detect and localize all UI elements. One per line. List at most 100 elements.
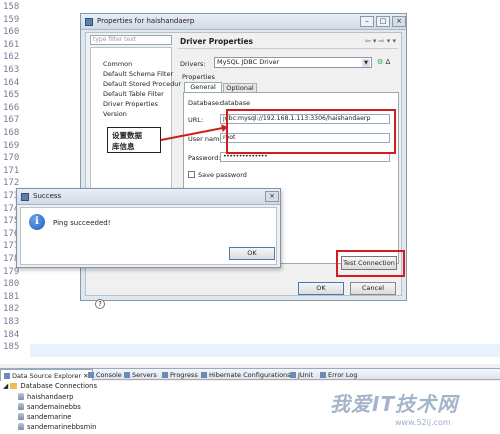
hibernate-icon: [201, 372, 207, 378]
line-number: 183: [3, 317, 20, 327]
success-titlebar[interactable]: Success ×: [17, 189, 280, 205]
tab-data-source-explorer[interactable]: Data Source Explorer ✕: [0, 369, 93, 381]
tab-junit[interactable]: JUnit: [290, 371, 313, 379]
tab-servers[interactable]: Servers: [124, 371, 157, 379]
maximize-icon[interactable]: □: [376, 16, 390, 27]
save-password-checkbox[interactable]: [188, 171, 195, 178]
drivers-select-value: MySQL JDBC Driver: [217, 58, 280, 66]
servers-icon: [124, 372, 130, 378]
line-number-gutter: 158 159 160 161 162 163 164 165 166 167 168 169 170 1…: [0, 0, 30, 364]
navigation-arrows[interactable]: ⇦ ▾ ⇨ ▾ ▾: [365, 37, 396, 45]
line-number: 180: [3, 279, 20, 290]
close-icon[interactable]: ×: [392, 16, 406, 27]
tree-item-default-stored-procedure[interactable]: Default Stored Procedur: [103, 80, 181, 88]
line-number: 172: [3, 178, 20, 189]
database-icon: [18, 413, 24, 420]
database-label: Database:: [188, 99, 222, 107]
database-icon: [18, 403, 24, 410]
filter-input[interactable]: type filter text: [90, 35, 172, 45]
ok-button[interactable]: OK: [298, 282, 344, 295]
tree-item-version[interactable]: Version: [103, 110, 127, 118]
database-icon: [18, 423, 24, 430]
test-connection-highlight: [336, 250, 405, 277]
line-number: 165: [3, 90, 20, 101]
list-item[interactable]: sandemainebbs: [18, 403, 81, 411]
save-password-label: Save password: [198, 171, 247, 179]
chevron-down-icon[interactable]: ▼: [362, 59, 370, 67]
tree-item-default-table-filter[interactable]: Default Table Filter: [103, 90, 164, 98]
properties-titlebar[interactable]: Properties for haishandaerp – □ ×: [81, 14, 406, 30]
success-message: Ping succeeded!: [53, 219, 111, 227]
line-number: 163: [3, 65, 20, 75]
console-icon: [88, 372, 94, 378]
tab-progress[interactable]: Progress: [162, 371, 198, 379]
line-number: 171: [3, 165, 20, 176]
success-dialog: Success × i Ping succeeded! OK: [16, 188, 281, 268]
tab-error-log[interactable]: Error Log: [320, 371, 358, 379]
connection-info-highlight: [226, 109, 396, 154]
database-icon: [18, 393, 24, 400]
url-label: URL:: [188, 116, 204, 124]
line-number: 182: [3, 304, 20, 315]
tab-hibernate-configurations[interactable]: Hibernate Configurations: [201, 371, 291, 379]
database-value: database: [220, 99, 251, 107]
tree-item-common[interactable]: Common: [103, 60, 132, 68]
password-label: Password:: [188, 154, 221, 162]
drivers-select[interactable]: MySQL JDBC Driver ▼: [214, 57, 372, 68]
line-number: 160: [3, 27, 20, 38]
window-icon: [85, 18, 93, 26]
list-item-label: haishandaerp: [27, 393, 74, 401]
line-number: 158: [3, 2, 20, 12]
tab-label: Servers: [132, 371, 157, 379]
error-log-icon: [320, 372, 326, 378]
section-header: Driver Properties ⇦ ▾ ⇨ ▾ ▾: [178, 35, 398, 49]
tree-item-driver-properties[interactable]: Driver Properties: [103, 100, 158, 108]
tab-console[interactable]: Console: [88, 371, 122, 379]
tab-label: Error Log: [328, 371, 358, 379]
line-number: 167: [3, 115, 20, 126]
list-item-label: sandemarine: [27, 413, 72, 421]
list-item-label: sandemarinebbsmin: [27, 423, 97, 431]
drivers-label: Drivers:: [180, 60, 206, 68]
success-dialog-title: Success: [33, 192, 62, 200]
list-item[interactable]: sandemarinebbsmin: [18, 423, 96, 431]
watermark-url: www.52ij.com: [395, 418, 451, 427]
tab-label: Console: [96, 371, 122, 379]
line-number: 185: [3, 342, 20, 353]
tab-general[interactable]: General: [184, 82, 222, 92]
annotation-line-1: 设置数据: [112, 131, 142, 140]
minimize-icon[interactable]: –: [360, 16, 374, 27]
folder-icon: [10, 383, 18, 389]
line-number: 184: [3, 329, 20, 340]
info-icon: i: [29, 214, 45, 230]
line-number: 162: [3, 52, 20, 63]
line-number: 181: [3, 291, 20, 302]
tab-optional[interactable]: Optional: [223, 83, 257, 92]
tab-label: Data Source Explorer: [12, 372, 82, 380]
driver-settings-icon[interactable]: ⚙ Δ: [377, 58, 390, 66]
line-number: 159: [3, 14, 20, 25]
properties-group-label: Properties: [182, 73, 215, 81]
progress-icon: [162, 372, 168, 378]
chevron-down-icon[interactable]: ◢: [3, 382, 8, 390]
help-icon[interactable]: ?: [95, 299, 105, 309]
list-item-label: sandemainebbs: [27, 403, 81, 411]
window-icon: [21, 193, 29, 201]
properties-dialog-title: Properties for haishandaerp: [97, 17, 195, 25]
watermark: 我爱IT技术网: [330, 392, 459, 416]
line-number: 166: [3, 102, 20, 113]
success-ok-button[interactable]: OK: [229, 247, 275, 260]
tab-label: Hibernate Configurations: [209, 371, 291, 379]
tree-item-default-schema-filter[interactable]: Default Schema Filter: [103, 70, 173, 78]
close-icon[interactable]: ×: [265, 191, 279, 202]
section-title: Driver Properties: [180, 37, 253, 46]
tree-node-database-connections[interactable]: ◢ Database Connections: [3, 382, 97, 390]
current-line-highlight: [30, 344, 500, 357]
list-item[interactable]: haishandaerp: [18, 393, 73, 401]
line-number: 164: [3, 77, 20, 88]
line-number: 179: [3, 266, 20, 277]
list-item[interactable]: sandemarine: [18, 413, 71, 421]
database-explorer-icon: [4, 373, 10, 379]
cancel-button[interactable]: Cancel: [350, 282, 396, 295]
tab-label: JUnit: [298, 371, 314, 379]
